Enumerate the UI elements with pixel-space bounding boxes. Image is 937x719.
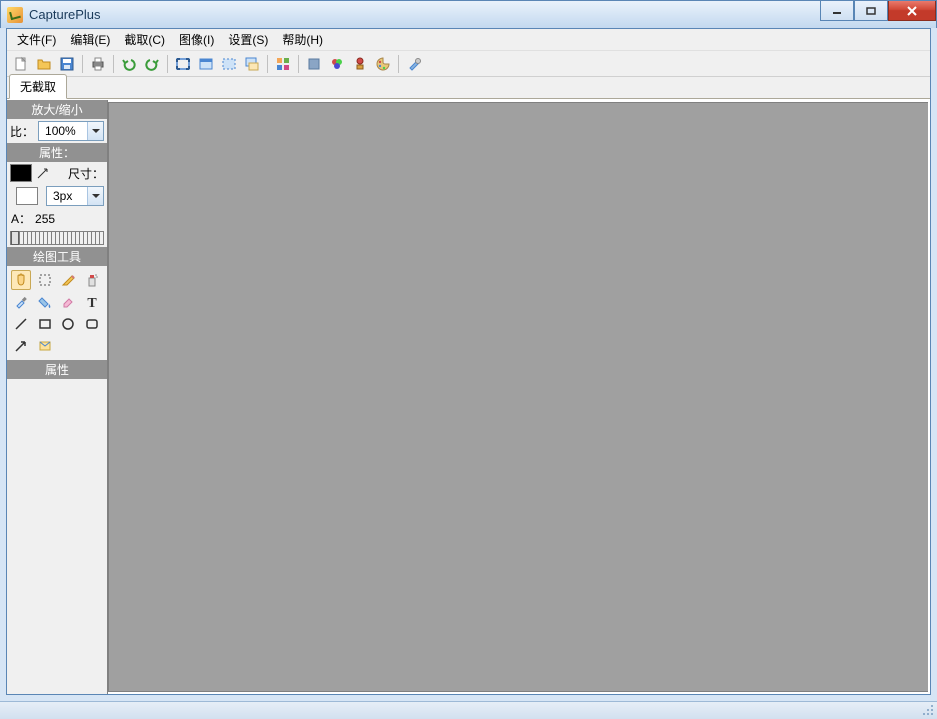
properties-panel-header: 属性	[7, 360, 107, 379]
line-tool-icon[interactable]	[11, 314, 31, 334]
main-area: 放大/缩小 比： 100% 属性： 尺寸： 3px	[7, 99, 930, 694]
print-icon[interactable]	[88, 54, 108, 74]
separator	[167, 55, 168, 73]
alpha-row: A： 255	[7, 208, 107, 229]
slider-thumb[interactable]	[11, 231, 19, 245]
app-icon	[7, 7, 23, 23]
capture-window-icon[interactable]	[196, 54, 216, 74]
maximize-button[interactable]	[854, 1, 888, 21]
minimize-button[interactable]	[820, 1, 854, 21]
svg-text:T: T	[87, 296, 97, 310]
highlight-tool-icon[interactable]	[35, 336, 55, 356]
palette-icon[interactable]	[373, 54, 393, 74]
menu-capture[interactable]: 截取(C)	[118, 29, 171, 50]
menu-image[interactable]: 图像(I)	[173, 29, 220, 50]
foreground-color-swatch[interactable]	[10, 164, 32, 182]
dropdown-arrow-icon[interactable]	[87, 187, 103, 205]
zoom-value: 100%	[45, 124, 76, 138]
text-tool-icon[interactable]: T	[82, 292, 102, 312]
application-frame: 文件(F) 编辑(E) 截取(C) 图像(I) 设置(S) 帮助(H) 无截取	[6, 28, 931, 695]
selection-tool-icon[interactable]	[35, 270, 55, 290]
status-bar	[0, 701, 937, 719]
dropdown-arrow-icon[interactable]	[87, 122, 103, 140]
pencil-tool-icon[interactable]	[58, 270, 78, 290]
ellipse-tool-icon[interactable]	[58, 314, 78, 334]
resize-grip-icon[interactable]	[921, 703, 935, 717]
arrow-tool-icon[interactable]	[11, 336, 31, 356]
separator	[267, 55, 268, 73]
new-file-icon[interactable]	[11, 54, 31, 74]
undo-icon[interactable]	[119, 54, 139, 74]
fill-tool-icon[interactable]	[35, 292, 55, 312]
rectangle-tool-icon[interactable]	[35, 314, 55, 334]
zoom-panel-header: 放大/缩小	[7, 100, 107, 119]
size-combo-row: 3px	[7, 184, 107, 208]
size-value: 3px	[53, 189, 72, 203]
title-bar: CapturePlus	[0, 0, 937, 28]
tab-bar: 无截取	[7, 77, 930, 99]
separator	[298, 55, 299, 73]
separator	[82, 55, 83, 73]
close-button[interactable]	[888, 1, 936, 21]
alpha-label: A：	[11, 210, 31, 227]
alpha-slider[interactable]	[10, 231, 104, 245]
menu-file[interactable]: 文件(F)	[11, 29, 62, 50]
menu-settings[interactable]: 设置(S)	[222, 29, 274, 50]
zoom-combo[interactable]: 100%	[38, 121, 104, 141]
redo-icon[interactable]	[142, 54, 162, 74]
effects-icon[interactable]	[304, 54, 324, 74]
capture-fullscreen-icon[interactable]	[173, 54, 193, 74]
color-adjust-icon[interactable]	[327, 54, 347, 74]
menu-help[interactable]: 帮助(H)	[276, 29, 329, 50]
capture-scrolling-icon[interactable]	[242, 54, 262, 74]
zoom-control-row: 比： 100%	[7, 119, 107, 143]
menu-edit[interactable]: 编辑(E)	[64, 29, 116, 50]
background-color-swatch[interactable]	[16, 187, 38, 205]
spray-tool-icon[interactable]	[82, 270, 102, 290]
grid-icon[interactable]	[273, 54, 293, 74]
alpha-value: 255	[35, 212, 55, 226]
alpha-slider-row	[7, 229, 107, 247]
line-style-icon[interactable]	[34, 164, 52, 182]
canvas-area[interactable]	[108, 102, 928, 692]
attributes-panel-header: 属性：	[7, 143, 107, 162]
stamp-icon[interactable]	[350, 54, 370, 74]
tool-grid: T	[7, 266, 107, 360]
separator	[113, 55, 114, 73]
size-combo[interactable]: 3px	[46, 186, 104, 206]
window-controls	[820, 1, 936, 21]
color-size-row: 尺寸：	[7, 162, 107, 184]
tools-panel-header: 绘图工具	[7, 247, 107, 266]
window-title: CapturePlus	[29, 7, 101, 22]
rounded-rect-tool-icon[interactable]	[82, 314, 102, 334]
capture-region-icon[interactable]	[219, 54, 239, 74]
eyedropper-tool-icon[interactable]	[11, 292, 31, 312]
size-label: 尺寸：	[68, 165, 104, 182]
main-toolbar	[7, 51, 930, 77]
save-icon[interactable]	[57, 54, 77, 74]
menu-bar: 文件(F) 编辑(E) 截取(C) 图像(I) 设置(S) 帮助(H)	[7, 29, 930, 51]
zoom-label: 比：	[10, 123, 34, 140]
separator	[398, 55, 399, 73]
tab-no-capture[interactable]: 无截取	[9, 74, 67, 99]
sidebar: 放大/缩小 比： 100% 属性： 尺寸： 3px	[7, 100, 108, 694]
open-file-icon[interactable]	[34, 54, 54, 74]
options-icon[interactable]	[404, 54, 424, 74]
properties-empty-area	[7, 379, 107, 694]
hand-tool-icon[interactable]	[11, 270, 31, 290]
eraser-tool-icon[interactable]	[58, 292, 78, 312]
